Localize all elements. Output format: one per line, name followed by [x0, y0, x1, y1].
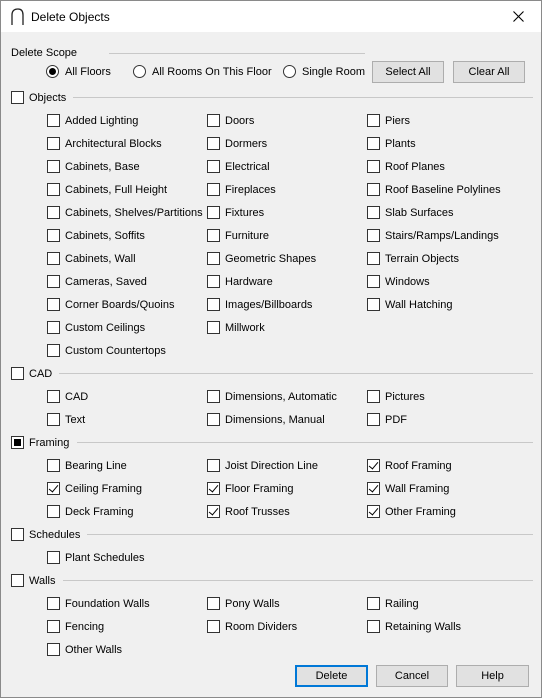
group-label: Walls: [29, 574, 56, 587]
group-framing-checkbox[interactable]: Framing: [11, 436, 69, 449]
group-cad-checkbox[interactable]: CAD: [11, 367, 52, 380]
cb-slab-surfaces[interactable]: Slab Surfaces: [367, 206, 453, 219]
radio-label: All Rooms On This Floor: [152, 65, 272, 78]
delete-objects-dialog: Delete Objects Delete Scope All Floors A…: [0, 0, 542, 698]
delete-button[interactable]: Delete: [295, 665, 368, 687]
cb-plant-schedules[interactable]: Plant Schedules: [47, 551, 145, 564]
cb-piers[interactable]: Piers: [367, 114, 410, 127]
cb-added-lighting[interactable]: Added Lighting: [47, 114, 138, 127]
group-objects-checkbox[interactable]: Objects: [11, 91, 66, 104]
cb-roof-baseline-polylines[interactable]: Roof Baseline Polylines: [367, 183, 501, 196]
cb-room-dividers[interactable]: Room Dividers: [207, 620, 297, 633]
cb-cad[interactable]: CAD: [47, 390, 88, 403]
cb-retaining-walls[interactable]: Retaining Walls: [367, 620, 461, 633]
cb-foundation-walls[interactable]: Foundation Walls: [47, 597, 150, 610]
checkbox-box: [11, 574, 24, 587]
cb-hardware[interactable]: Hardware: [207, 275, 273, 288]
cb-architectural-blocks[interactable]: Architectural Blocks: [47, 137, 162, 150]
cb-other-walls[interactable]: Other Walls: [47, 643, 122, 656]
cb-cabinets-shelves-partitions[interactable]: Cabinets, Shelves/Partitions: [47, 206, 203, 219]
schedules-divider: [87, 534, 533, 535]
cb-wall-hatching[interactable]: Wall Hatching: [367, 298, 452, 311]
cb-pdf[interactable]: PDF: [367, 413, 407, 426]
close-icon: [512, 11, 524, 22]
cb-cabinets-soffits[interactable]: Cabinets, Soffits: [47, 229, 145, 242]
cb-cabinets-base[interactable]: Cabinets, Base: [47, 160, 140, 173]
cb-other-framing[interactable]: Other Framing: [367, 505, 456, 518]
cb-floor-framing[interactable]: Floor Framing: [207, 482, 293, 495]
cancel-button[interactable]: Cancel: [376, 665, 448, 687]
cb-ceiling-framing[interactable]: Ceiling Framing: [47, 482, 142, 495]
help-button[interactable]: Help: [456, 665, 529, 687]
radio-circle: [133, 65, 146, 78]
clear-all-button[interactable]: Clear All: [453, 61, 525, 83]
cb-custom-countertops[interactable]: Custom Countertops: [47, 344, 166, 357]
close-button[interactable]: [495, 1, 541, 32]
cb-windows[interactable]: Windows: [367, 275, 430, 288]
walls-divider: [63, 580, 533, 581]
scope-divider: [109, 53, 365, 54]
cb-fireplaces[interactable]: Fireplaces: [207, 183, 276, 196]
cb-wall-framing[interactable]: Wall Framing: [367, 482, 449, 495]
cb-furniture[interactable]: Furniture: [207, 229, 269, 242]
delete-scope-label: Delete Scope: [11, 47, 78, 59]
cb-text[interactable]: Text: [47, 413, 85, 426]
cb-deck-framing[interactable]: Deck Framing: [47, 505, 133, 518]
cb-roof-planes[interactable]: Roof Planes: [367, 160, 445, 173]
cb-joist-direction-line[interactable]: Joist Direction Line: [207, 459, 318, 472]
cb-dimensions-automatic[interactable]: Dimensions, Automatic: [207, 390, 337, 403]
group-label: CAD: [29, 367, 53, 380]
group-schedules-checkbox[interactable]: Schedules: [11, 528, 80, 541]
checkbox-box: [11, 367, 24, 380]
checkbox-box: [11, 528, 24, 541]
radio-label: All Floors: [65, 65, 111, 78]
framing-divider: [77, 442, 533, 443]
group-walls-checkbox[interactable]: Walls: [11, 574, 55, 587]
arch-icon: [11, 8, 24, 25]
cb-terrain-objects[interactable]: Terrain Objects: [367, 252, 459, 265]
cb-geometric-shapes[interactable]: Geometric Shapes: [207, 252, 316, 265]
cb-cameras-saved[interactable]: Cameras, Saved: [47, 275, 147, 288]
checkbox-box: [11, 436, 24, 449]
cb-corner-boards-quoins[interactable]: Corner Boards/Quoins: [47, 298, 174, 311]
radio-circle: [283, 65, 296, 78]
checkbox-box: [11, 91, 24, 104]
cb-doors[interactable]: Doors: [207, 114, 254, 127]
cb-cabinets-full-height[interactable]: Cabinets, Full Height: [47, 183, 167, 196]
title-bar: Delete Objects: [1, 1, 541, 32]
cb-electrical[interactable]: Electrical: [207, 160, 270, 173]
cb-cabinets-wall[interactable]: Cabinets, Wall: [47, 252, 136, 265]
cb-stairs-ramps-landings[interactable]: Stairs/Ramps/Landings: [367, 229, 499, 242]
cb-pictures[interactable]: Pictures: [367, 390, 425, 403]
cb-custom-ceilings[interactable]: Custom Ceilings: [47, 321, 145, 334]
group-label: Objects: [29, 91, 67, 104]
cb-pony-walls[interactable]: Pony Walls: [207, 597, 280, 610]
cad-divider: [59, 373, 533, 374]
window-title: Delete Objects: [31, 10, 110, 24]
radio-all-rooms-on-this-floor[interactable]: All Rooms On This Floor: [133, 65, 272, 78]
radio-single-room[interactable]: Single Room: [283, 65, 365, 78]
cb-fixtures[interactable]: Fixtures: [207, 206, 264, 219]
cb-images-billboards[interactable]: Images/Billboards: [207, 298, 312, 311]
select-all-button[interactable]: Select All: [372, 61, 444, 83]
cb-fencing[interactable]: Fencing: [47, 620, 104, 633]
cb-railing[interactable]: Railing: [367, 597, 419, 610]
cb-dormers[interactable]: Dormers: [207, 137, 267, 150]
cb-millwork[interactable]: Millwork: [207, 321, 265, 334]
cb-bearing-line[interactable]: Bearing Line: [47, 459, 127, 472]
group-label: Schedules: [29, 528, 81, 541]
cb-plants[interactable]: Plants: [367, 137, 416, 150]
cb-dimensions-manual[interactable]: Dimensions, Manual: [207, 413, 325, 426]
cb-roof-trusses[interactable]: Roof Trusses: [207, 505, 290, 518]
objects-divider: [73, 97, 533, 98]
radio-all-floors[interactable]: All Floors: [46, 65, 111, 78]
cb-roof-framing[interactable]: Roof Framing: [367, 459, 452, 472]
radio-circle: [46, 65, 59, 78]
group-label: Framing: [29, 436, 70, 449]
radio-label: Single Room: [302, 65, 365, 78]
